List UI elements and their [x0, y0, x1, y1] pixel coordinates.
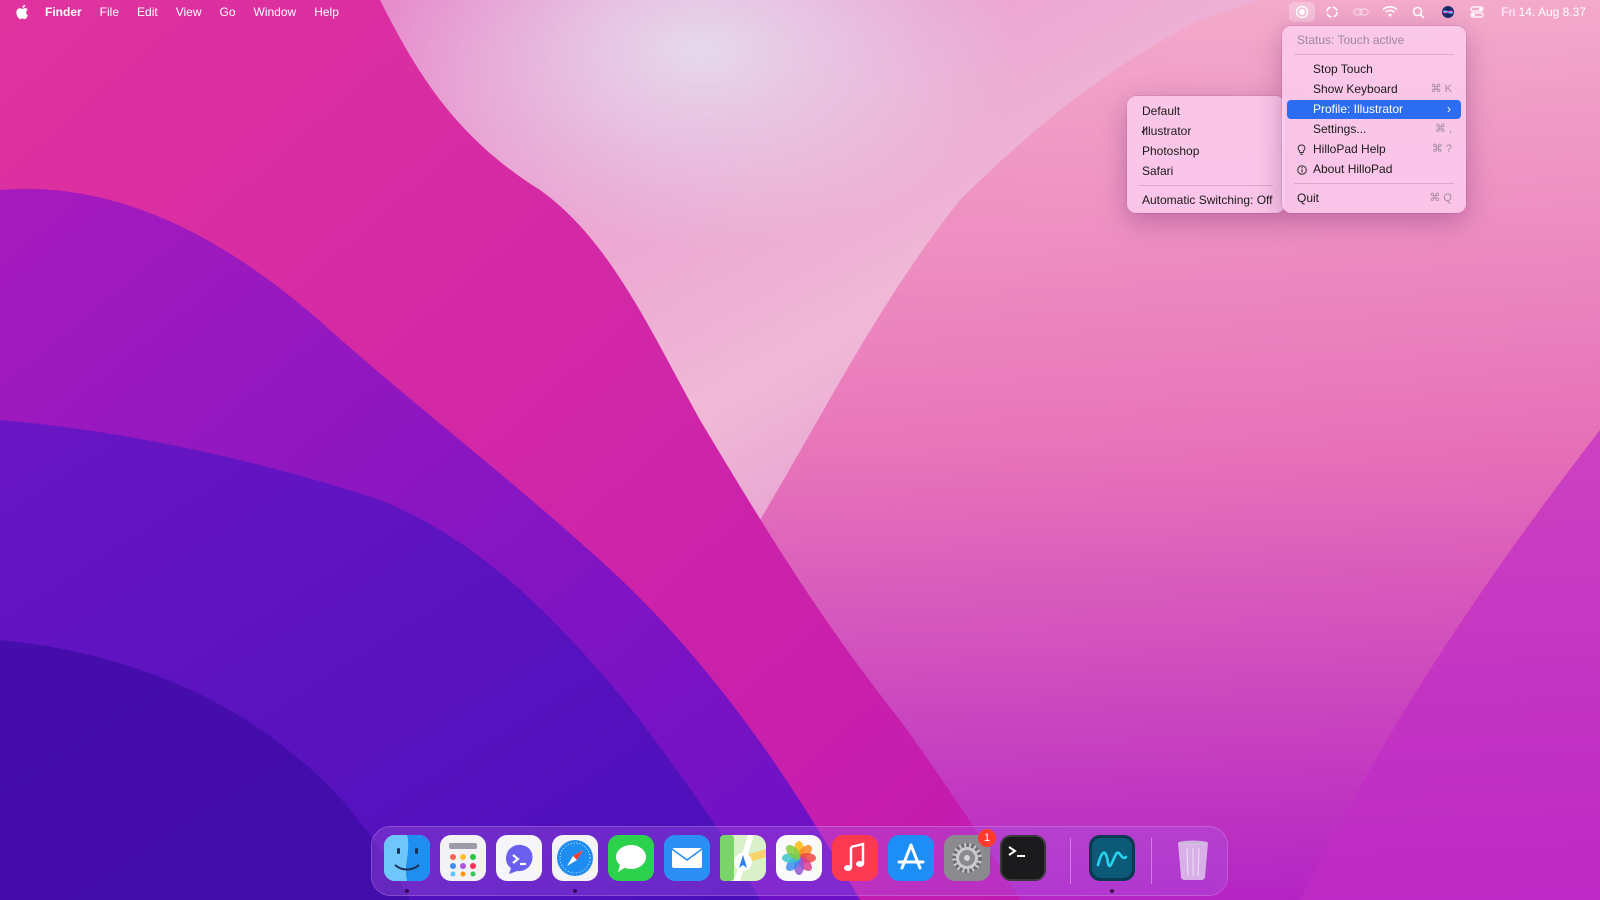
hillopad-menu: Status: Touch active Stop Touch Show Key… [1282, 26, 1466, 213]
hillopad-connect-icon[interactable] [496, 835, 542, 881]
siri-icon[interactable] [1433, 0, 1462, 24]
spotlight-search-icon[interactable] [1404, 0, 1433, 24]
music-icon[interactable] [832, 835, 878, 881]
menu-separator [1294, 183, 1454, 184]
menu-window[interactable]: Window [245, 0, 306, 24]
profile-item-default[interactable]: Default [1132, 102, 1280, 121]
automatic-switching-toggle[interactable]: Automatic Switching: Off [1132, 191, 1280, 210]
terminal-icon[interactable] [1000, 835, 1046, 881]
profile-item-safari[interactable]: Safari [1132, 162, 1280, 181]
hillopad-app-icon[interactable] [1089, 835, 1135, 881]
menu-bar: Finder File Edit View Go Window Help Fri… [0, 0, 1600, 24]
menu-edit[interactable]: Edit [128, 0, 167, 24]
photos-icon[interactable] [776, 835, 822, 881]
finder-icon[interactable] [384, 835, 430, 881]
menu-file[interactable]: File [91, 0, 128, 24]
menu-help[interactable]: Help [305, 0, 348, 24]
about-hillopad-item[interactable]: About HilloPad [1287, 160, 1461, 179]
maps-icon[interactable] [720, 835, 766, 881]
stop-touch-item[interactable]: Stop Touch [1287, 60, 1461, 79]
menu-go[interactable]: Go [211, 0, 245, 24]
status-text: Status: Touch active [1297, 33, 1405, 47]
profile-submenu: Default ✓ Illustrator Photoshop Safari A… [1127, 96, 1285, 213]
apple-logo-icon[interactable] [0, 4, 44, 20]
trash-icon[interactable] [1170, 835, 1216, 881]
launchpad-icon[interactable] [440, 835, 486, 881]
notification-badge: 1 [978, 829, 996, 847]
info-icon [1297, 160, 1309, 182]
profile-item-photoshop[interactable]: Photoshop [1132, 142, 1280, 161]
menu-app-finder[interactable]: Finder [44, 0, 91, 24]
wifi-icon[interactable] [1375, 0, 1404, 24]
dock-divider [1151, 838, 1152, 884]
quit-item[interactable]: Quit ⌘ Q [1287, 189, 1461, 208]
menu-view[interactable]: View [167, 0, 211, 24]
mail-icon[interactable] [664, 835, 710, 881]
dock: 1 [371, 826, 1228, 896]
hillopad-status-icon[interactable] [1289, 2, 1316, 22]
safari-icon[interactable] [552, 835, 598, 881]
sync-icon[interactable] [1317, 0, 1346, 24]
profile-item-illustrator[interactable]: ✓ Illustrator [1132, 122, 1280, 141]
show-keyboard-item[interactable]: Show Keyboard ⌘ K [1287, 80, 1461, 99]
running-indicator [573, 889, 577, 893]
link-icon[interactable] [1346, 0, 1375, 24]
messages-icon[interactable] [608, 835, 654, 881]
menu-separator [1294, 54, 1454, 55]
menubar-clock[interactable]: Fri 14. Aug 8.37 [1491, 5, 1592, 19]
chevron-right-icon: › [1447, 102, 1451, 116]
running-indicator [405, 889, 409, 893]
system-preferences-icon[interactable]: 1 [944, 829, 996, 881]
hillopad-help-item[interactable]: HilloPad Help ⌘ ? [1287, 140, 1461, 159]
profile-item[interactable]: Profile: Illustrator › [1287, 100, 1461, 119]
app-store-icon[interactable] [888, 835, 934, 881]
control-center-icon[interactable] [1462, 0, 1491, 24]
settings-item[interactable]: Settings... ⌘ , [1287, 120, 1461, 139]
dock-divider [1070, 838, 1071, 884]
menu-separator [1139, 185, 1273, 186]
running-indicator [1110, 889, 1114, 893]
